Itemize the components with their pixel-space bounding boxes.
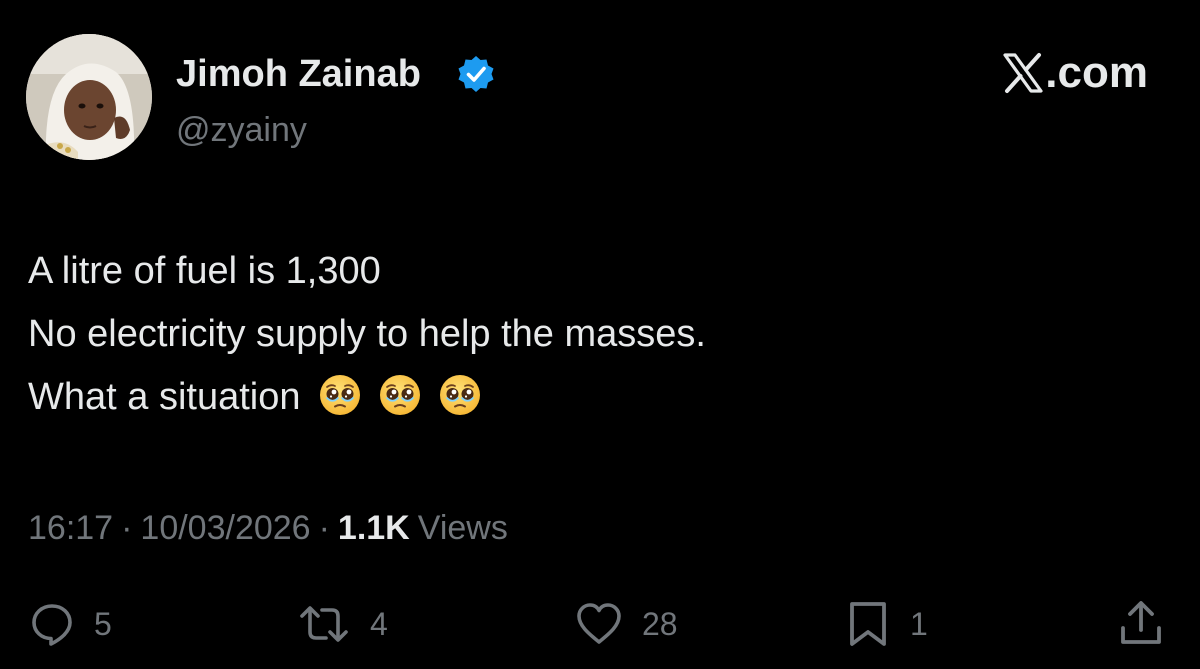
bookmark-count: 1 <box>910 606 928 642</box>
tweet-meta: 16:17 · 10/03/2026 · 1.1K Views <box>28 506 508 550</box>
bookmark-button[interactable]: 1 <box>844 596 928 652</box>
like-count: 28 <box>642 606 678 642</box>
like-button[interactable]: 28 <box>574 596 678 652</box>
avatar-image <box>26 34 152 160</box>
pleading-face-emoji-icon <box>440 375 481 415</box>
x-logo-icon <box>1003 53 1043 93</box>
views-count: 1.1K <box>337 509 410 547</box>
tweet-date[interactable]: 10/03/2026 <box>140 509 310 547</box>
emoji-group <box>300 375 482 418</box>
bookmark-icon <box>850 602 886 646</box>
verified-badge-icon <box>458 56 494 92</box>
author-display-name[interactable]: Jimoh Zainab <box>176 52 421 96</box>
heart-icon <box>577 603 621 644</box>
reply-count: 5 <box>94 606 112 642</box>
tweet-line-2: No electricity supply to help the masses… <box>28 313 706 355</box>
tweet-line-3: What a situation <box>28 376 301 418</box>
share-button[interactable] <box>1116 596 1166 652</box>
share-icon <box>1121 601 1161 644</box>
repost-button[interactable]: 4 <box>296 596 388 652</box>
tweet-body: A litre of fuel is 1,300 No electricity … <box>28 240 706 429</box>
meta-separator: · <box>121 509 133 547</box>
reply-icon <box>32 604 72 646</box>
avatar[interactable] <box>26 34 152 160</box>
reply-button[interactable]: 5 <box>28 596 112 652</box>
brand-text: .com <box>1045 48 1148 97</box>
tweet-line-3-wrapper: What a situation <box>28 366 706 429</box>
author-handle[interactable]: @zyainy <box>176 110 307 150</box>
repost-count: 4 <box>370 606 388 642</box>
meta-separator: · <box>318 509 330 547</box>
brand-watermark: .com <box>1001 48 1148 98</box>
pleading-face-emoji-icon <box>380 375 421 415</box>
tweet-line-1: A litre of fuel is 1,300 <box>28 250 381 292</box>
pleading-face-emoji-icon <box>320 375 361 415</box>
views-label: Views <box>417 509 508 547</box>
action-bar: 5 4 28 1 <box>0 596 1200 652</box>
repost-icon <box>300 606 348 642</box>
tweet-time[interactable]: 16:17 <box>28 509 113 547</box>
